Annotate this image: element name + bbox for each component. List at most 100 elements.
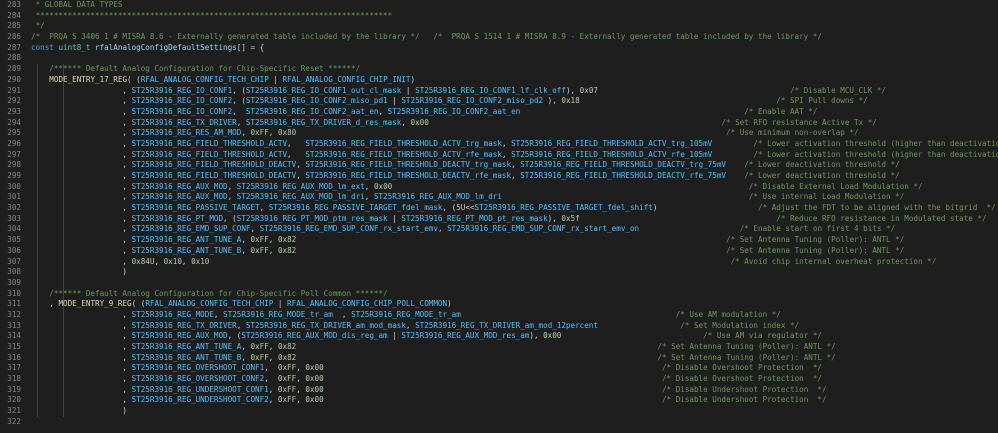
line-number: 294 xyxy=(7,117,21,127)
code-text: * GLOBAL DATA TYPES xyxy=(31,0,123,11)
code-token: /* Disable External Load Modulation */ xyxy=(748,181,923,191)
line-number: 287 xyxy=(7,42,21,52)
code-token: /* Disable Overshoot Protection */ xyxy=(661,363,822,373)
code-line[interactable]: 298 , ST25R3916_REG_FIELD_THRESHOLD_DEAC… xyxy=(0,160,998,171)
code-line[interactable]: 290 MODE_ENTRY_17_REG( (RFAL_ANALOG_CONF… xyxy=(0,74,998,86)
code-line[interactable]: 304 , ST25R3916_REG_EMD_SUP_CONF, ST25R3… xyxy=(0,224,998,236)
code-lines[interactable]: 283 * GLOBAL DATA TYPES 284 *************… xyxy=(0,0,998,428)
code-line[interactable]: 285 */ xyxy=(0,21,998,32)
line-number: 286 xyxy=(7,32,21,42)
code-line[interactable]: 314 , ST25R3916_REG_AUX_MOD, (ST25R3916_… xyxy=(0,331,998,342)
code-line[interactable]: 292 , ST25R3916_REG_IO_CONF2, (ST25R3916… xyxy=(0,96,998,107)
code-token: 0x00 xyxy=(373,181,393,191)
code-line[interactable]: 307 , 0x84U, 0x10, 0x10 /* Avoid chip in… xyxy=(0,256,998,268)
code-line[interactable]: 301 , ST25R3916_REG_AUX_MOD, ST25R3916_R… xyxy=(0,192,998,204)
code-line[interactable]: 308 ) xyxy=(0,267,998,278)
code-line[interactable]: 306 , ST25R3916_REG_ANT_TUNE_B, 0xFF, 0x… xyxy=(0,245,998,257)
code-token: , xyxy=(437,224,448,234)
code-line[interactable]: 291 , ST25R3916_REG_IO_CONF1, (ST25R3916… xyxy=(0,85,998,97)
code-token: 0xFF xyxy=(250,128,269,138)
code-token: , xyxy=(31,181,132,191)
code-token: , xyxy=(268,352,278,362)
code-token: , xyxy=(154,256,164,266)
code-token: , xyxy=(268,235,278,245)
code-line[interactable]: 321 ) xyxy=(0,406,998,417)
code-token: , xyxy=(31,342,132,351)
code-token: ST25R3916_REG_TX_DRIVER_d_res_mask xyxy=(245,117,402,127)
code-token: ST25R3916_REG_IO_CONF2_aat_en xyxy=(387,106,521,116)
code-token: ST25R3916_REG_PT_MOD xyxy=(131,213,224,223)
code-line[interactable]: 283 * GLOBAL DATA TYPES xyxy=(0,0,998,11)
code-line[interactable]: 303 , ST25R3916_REG_PT_MOD, (ST25R3916_R… xyxy=(0,213,998,225)
code-token: * GLOBAL DATA TYPES xyxy=(31,0,123,9)
code-line[interactable]: 319 , ST25R3916_REG_UNDERSHOOT_CONF1, 0x… xyxy=(0,384,998,396)
code-line[interactable]: 287 const uint8_t rfalAnalogConfigDefault… xyxy=(0,43,998,54)
code-token: , xyxy=(501,138,512,148)
code-line[interactable]: 315 , ST25R3916_REG_ANT_TUNE_A, 0xFF, 0x… xyxy=(0,342,998,353)
code-line[interactable]: 300 , ST25R3916_REG_AUX_MOD, ST25R3916_R… xyxy=(0,181,998,193)
code-token: 0xFF xyxy=(277,363,297,373)
code-token: /* Set RFO resistance Active Tx */ xyxy=(721,117,877,127)
code-token: 0x84U xyxy=(131,256,155,266)
code-line[interactable]: 320 , ST25R3916_REG_UNDERSHOOT_CONF2, 0x… xyxy=(0,395,998,407)
code-token: , xyxy=(31,256,132,266)
code-token: ST25R3916_REG_AUX_MOD xyxy=(131,192,228,202)
code-token: RFAL_ANALOG_CONFIG_TECH_CHIP xyxy=(140,74,269,84)
code-token: ST25R3916_REG_AUX_MOD_lm_dri xyxy=(236,192,365,202)
code-token: ST25R3916_REG_FIELD_THRESHOLD_DEACTV_trg… xyxy=(305,160,512,170)
code-token: , xyxy=(250,224,260,234)
code-line[interactable]: 288 xyxy=(0,53,998,64)
code-token: , xyxy=(268,342,278,351)
code-line[interactable]: 296 , ST25R3916_REG_FIELD_THRESHOLD_ACTV… xyxy=(0,138,998,150)
code-token: | xyxy=(273,299,288,309)
line-number: 293 xyxy=(7,106,21,116)
code-token: RFAL_ANALOG_CONFIG_CHIP_INIT xyxy=(282,74,411,84)
code-token: ST25R3916_REG_FIELD_THRESHOLD_ACTV_trg_m… xyxy=(305,138,502,148)
code-token: 0x82 xyxy=(277,235,297,245)
code-line[interactable]: 322 xyxy=(0,417,998,428)
code-text: , ST25R3916_REG_OVERSHOOT_CONF1, 0xFF, 0… xyxy=(31,363,822,374)
code-token: , xyxy=(31,85,132,95)
code-editor[interactable]: 283 * GLOBAL DATA TYPES 284 *************… xyxy=(0,0,998,433)
code-line[interactable]: 299 , ST25R3916_REG_FIELD_THRESHOLD_DEAC… xyxy=(0,171,998,182)
code-line[interactable]: 284 ************************************… xyxy=(0,11,998,22)
code-line[interactable]: 294 , ST25R3916_REG_TX_DRIVER, ST25R3916… xyxy=(0,117,998,129)
code-token: ST25R3916_REG_UNDERSHOOT_CONF1 xyxy=(131,384,269,394)
line-number: 295 xyxy=(7,128,21,138)
code-token: | xyxy=(387,331,402,341)
code-line[interactable]: 289 /****** Default Analog Configuration… xyxy=(0,64,998,75)
code-line[interactable]: 311 , MODE_ENTRY_9_REG( (RFAL_ANALOG_CON… xyxy=(0,299,998,310)
code-text: , ST25R3916_REG_IO_CONF2, (ST25R3916_REG… xyxy=(31,96,867,107)
code-line[interactable]: 310 /****** Default Analog Configuration… xyxy=(0,288,998,300)
code-line[interactable]: 309 xyxy=(0,277,998,289)
code-line[interactable]: 317 , ST25R3916_REG_OVERSHOOT_CONF1, 0xF… xyxy=(0,363,998,375)
code-line[interactable]: 297 , ST25R3916_REG_FIELD_THRESHOLD_ACTV… xyxy=(0,149,998,161)
code-token: 0x82 xyxy=(277,342,297,351)
code-token: ST25R3916_REG_UNDERSHOOT_CONF2 xyxy=(131,395,269,405)
code-line[interactable]: 295 , ST25R3916_REG_RES_AM_MOD, 0xFF, 0x… xyxy=(0,128,998,139)
code-token: , xyxy=(511,160,521,170)
code-token: ST25R3916_REG_AUX_MOD_lm_ext xyxy=(236,181,365,191)
code-line[interactable]: 302 , ST25R3916_REG_PASSIVE_TARGET, ST25… xyxy=(0,203,998,214)
code-token: /* Disable MCU_CLK */ xyxy=(790,85,887,95)
code-line[interactable]: 286 /* PRQA S 3406 1 # MISRA 8.6 - Extern… xyxy=(0,32,998,43)
code-line[interactable]: 318 , ST25R3916_REG_OVERSHOOT_CONF2, 0xF… xyxy=(0,374,998,385)
code-token: , xyxy=(31,149,132,159)
line-number: 312 xyxy=(7,309,21,319)
code-line[interactable]: 316 , ST25R3916_REG_ANT_TUNE_B, 0xFF, 0x… xyxy=(0,352,998,364)
code-line[interactable]: 293 , ST25R3916_REG_IO_CONF2, ST25R3916_… xyxy=(0,106,998,118)
code-line[interactable]: 313 , ST25R3916_REG_TX_DRIVER, ST25R3916… xyxy=(0,320,998,332)
code-token: ST25R3916_REG_ANT_TUNE_B xyxy=(131,245,242,255)
code-token: /* PRQA S 3406 1 # MISRA 8.6 - Externall… xyxy=(31,32,822,42)
code-line[interactable]: 312 , ST25R3916_REG_MODE, ST25R3916_REG_… xyxy=(0,309,998,321)
code-token: ST25R3916_REG_AUX_MOD_dis_reg_am xyxy=(241,331,388,341)
code-token: , xyxy=(501,149,512,159)
code-line[interactable]: 305 , ST25R3916_REG_ANT_TUNE_A, 0xFF, 0x… xyxy=(0,235,998,246)
